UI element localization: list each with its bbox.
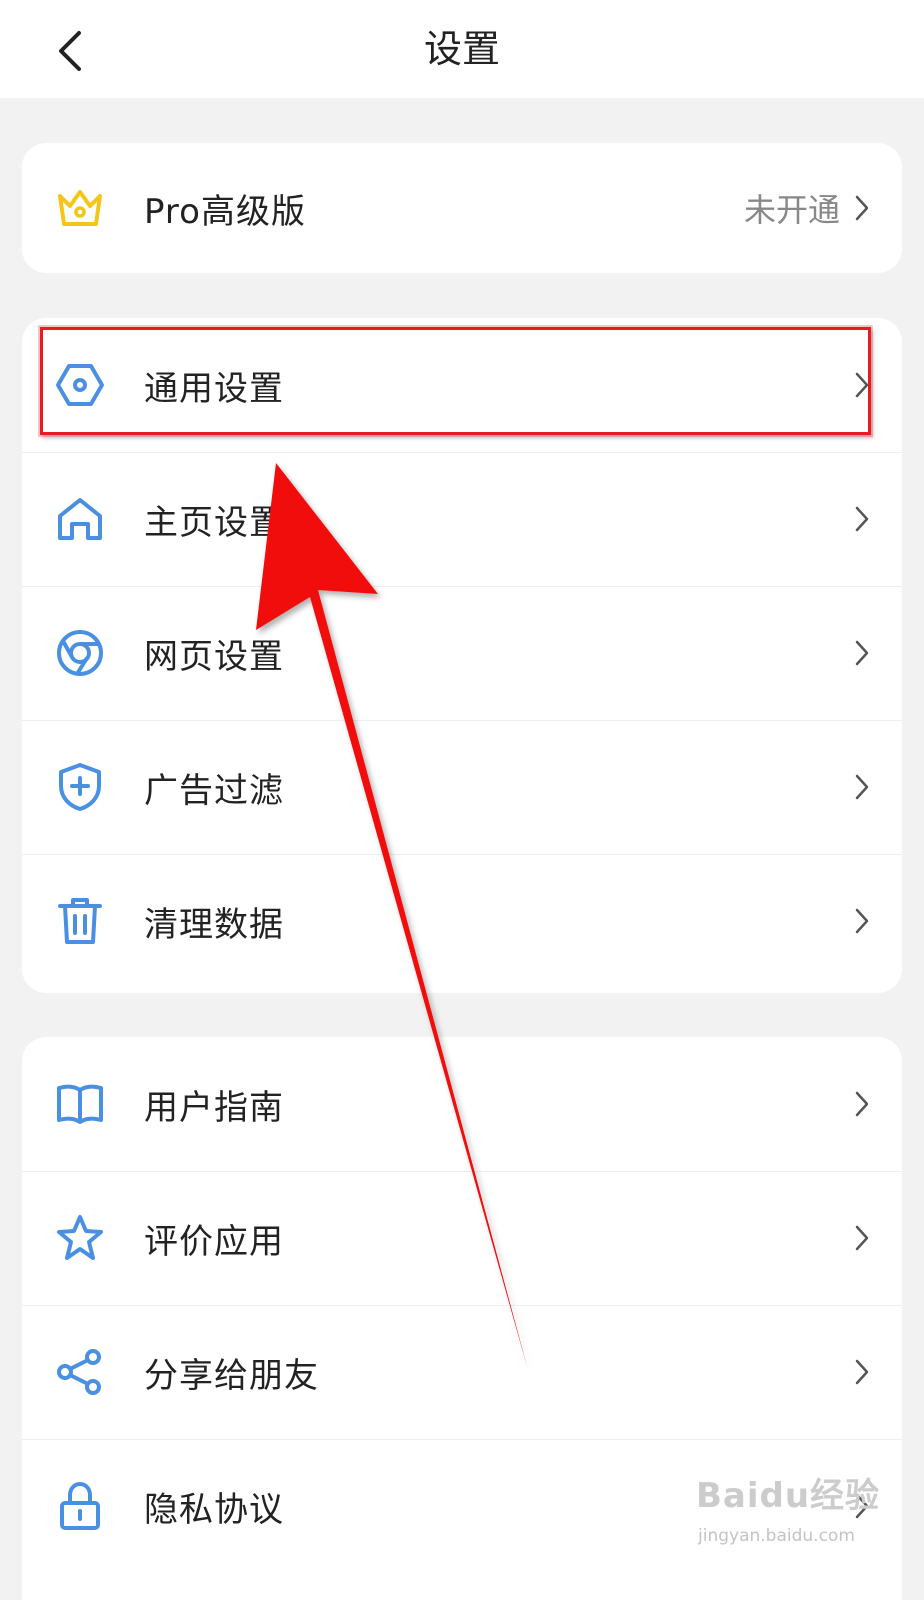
hexagon-settings-icon — [54, 359, 106, 411]
watermark-brand: Baidu经验 — [696, 1476, 881, 1516]
chevron-right-icon — [852, 1356, 872, 1388]
row-label: 清理数据 — [144, 904, 284, 945]
row-general-settings[interactable]: 通用设置 — [22, 318, 902, 452]
row-label: 分享给朋友 — [144, 1355, 319, 1396]
lock-icon — [54, 1480, 106, 1532]
settings-card: 通用设置 主页设置 网页设置 广告过滤 清理数据 — [22, 318, 902, 993]
baidu-watermark: Baidu经验 jingyan.baidu.com — [696, 1468, 916, 1558]
shield-plus-icon — [54, 761, 106, 813]
chevron-right-icon — [852, 369, 872, 401]
chevron-right-icon — [852, 637, 872, 669]
browser-icon — [54, 627, 106, 679]
pro-status: 未开通 — [743, 191, 840, 229]
chevron-right-icon — [852, 503, 872, 535]
home-icon — [54, 493, 106, 545]
row-clear-data[interactable]: 清理数据 — [22, 854, 902, 988]
crown-icon — [54, 182, 106, 234]
row-web-settings[interactable]: 网页设置 — [22, 586, 902, 720]
row-label: 用户指南 — [144, 1087, 284, 1128]
trash-icon — [54, 895, 106, 947]
row-label: 评价应用 — [144, 1221, 284, 1262]
row-adblock[interactable]: 广告过滤 — [22, 720, 902, 854]
row-label: 隐私协议 — [144, 1489, 284, 1530]
page-title: 设置 — [423, 27, 500, 71]
chevron-right-icon — [852, 1088, 872, 1120]
top-bar: 设置 — [0, 0, 924, 98]
row-rate-app[interactable]: 评价应用 — [22, 1171, 902, 1305]
row-user-guide[interactable]: 用户指南 — [22, 1037, 902, 1171]
row-label: 网页设置 — [144, 636, 284, 677]
chevron-right-icon — [852, 192, 872, 224]
pro-card: Pro高级版 未开通 — [22, 143, 902, 273]
pro-upgrade-row[interactable]: Pro高级版 未开通 — [22, 143, 902, 273]
back-button[interactable] — [44, 26, 94, 76]
chevron-left-icon — [59, 31, 81, 71]
star-icon — [54, 1212, 106, 1264]
book-icon — [54, 1078, 106, 1130]
row-label: 通用设置 — [144, 368, 284, 409]
row-share[interactable]: 分享给朋友 — [22, 1305, 902, 1439]
row-home-settings[interactable]: 主页设置 — [22, 452, 902, 586]
share-icon — [54, 1346, 106, 1398]
chevron-right-icon — [852, 771, 872, 803]
pro-label: Pro高级版 — [144, 191, 306, 232]
chevron-right-icon — [852, 905, 872, 937]
row-label: 主页设置 — [144, 502, 284, 543]
row-label: 广告过滤 — [144, 770, 284, 811]
watermark-url: jingyan.baidu.com — [698, 1526, 855, 1546]
chevron-right-icon — [852, 1222, 872, 1254]
